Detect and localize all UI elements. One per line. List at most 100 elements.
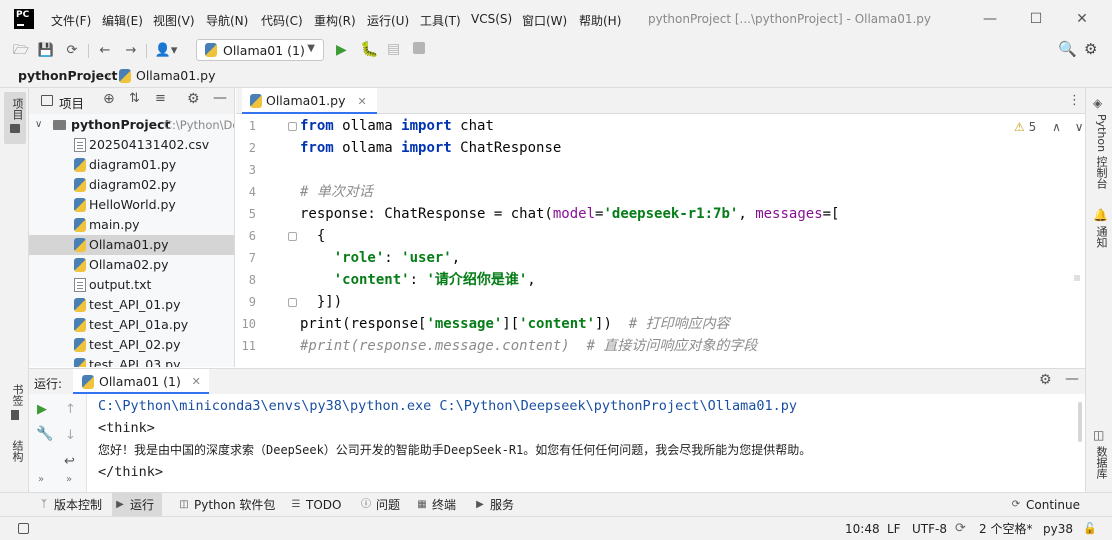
hide-panel-icon[interactable]: —: [1065, 371, 1079, 387]
menu-vcs[interactable]: VCS(S): [471, 12, 512, 26]
lock-icon[interactable]: 🔓: [1083, 517, 1097, 540]
rerun-icon[interactable]: ▶: [37, 402, 47, 417]
window-title: pythonProject [...\pythonProject] - Olla…: [648, 12, 932, 26]
forward-icon[interactable]: →: [122, 42, 140, 60]
tree-file[interactable]: output.txt: [29, 275, 234, 295]
scroll-up-icon[interactable]: ↑: [65, 402, 76, 417]
menu-navigate[interactable]: 导航(N): [206, 12, 248, 29]
gear-icon[interactable]: ⚙: [1039, 372, 1052, 388]
more-icon[interactable]: »: [38, 474, 44, 485]
search-icon[interactable]: 🔍: [1058, 40, 1077, 58]
menu-view[interactable]: 视图(V): [153, 12, 195, 29]
tree-file[interactable]: Ollama02.py: [29, 255, 234, 275]
tab-todo[interactable]: ☰ TODO: [288, 493, 342, 517]
python-console-tool-button[interactable]: ◈ Python 控制台: [1089, 96, 1111, 192]
open-folder-icon[interactable]: 🗁: [12, 42, 30, 60]
wrench-icon[interactable]: 🔧: [36, 426, 53, 442]
breadcrumb-file[interactable]: Ollama01.py: [136, 68, 216, 83]
sync-icon[interactable]: ⟳: [63, 42, 81, 60]
project-tool-button[interactable]: 项目: [4, 92, 26, 144]
structure-tool-button[interactable]: 结构: [4, 440, 26, 484]
project-panel-title[interactable]: 项目: [59, 93, 84, 112]
fold-marker-icon[interactable]: [288, 122, 297, 131]
more-options-icon[interactable]: ⋮: [1068, 93, 1081, 108]
close-tab-icon[interactable]: ✕: [192, 369, 201, 394]
tool-window-toggle-icon[interactable]: [18, 523, 29, 534]
chevron-up-icon[interactable]: ∧: [1052, 120, 1061, 134]
sync-status-icon[interactable]: ⟳: [955, 517, 966, 540]
tab-terminal[interactable]: ▦ 终端: [414, 493, 456, 517]
tree-file[interactable]: diagram02.py: [29, 175, 234, 195]
python-console-label: Python 控制台: [1095, 114, 1108, 189]
interpreter[interactable]: py38: [1043, 517, 1073, 540]
menu-window[interactable]: 窗口(W): [522, 12, 567, 29]
tree-file[interactable]: 202504131402.csv: [29, 135, 234, 155]
run-console[interactable]: C:\Python\miniconda3\envs\py38\python.ex…: [88, 394, 1085, 492]
line-separator[interactable]: LF: [887, 517, 901, 540]
expand-all-icon[interactable]: ⇅: [129, 91, 140, 106]
tab-problems[interactable]: ⓘ 问题: [358, 493, 400, 517]
stop-icon[interactable]: [413, 42, 425, 54]
fold-marker-icon[interactable]: [288, 232, 297, 241]
tab-run[interactable]: ▶ 运行: [112, 493, 163, 517]
menu-refactor[interactable]: 重构(R): [314, 12, 356, 29]
continue-button[interactable]: ⟳ Continue: [1008, 493, 1080, 517]
tree-file[interactable]: HelloWorld.py: [29, 195, 234, 215]
run-tab[interactable]: Ollama01 (1) ✕: [73, 369, 209, 394]
back-icon[interactable]: ←: [96, 42, 114, 60]
breadcrumb-project[interactable]: pythonProject: [18, 68, 118, 83]
tree-file[interactable]: main.py: [29, 215, 234, 235]
fold-marker-icon[interactable]: [288, 298, 297, 307]
menu-tools[interactable]: 工具(T): [420, 12, 461, 29]
tree-file[interactable]: test_API_03.py: [29, 355, 234, 367]
chevron-down-icon[interactable]: ∨: [1075, 120, 1084, 134]
indent-setting[interactable]: 2 个空格*: [979, 517, 1032, 540]
scrollbar-thumb[interactable]: [1074, 275, 1080, 281]
soft-wrap-icon[interactable]: ↩: [64, 454, 75, 469]
menu-help[interactable]: 帮助(H): [579, 12, 621, 29]
tree-root-project[interactable]: ∨ pythonProject C:\Python\Deepseek\pytho…: [29, 115, 234, 135]
bookmarks-tool-button[interactable]: 书签: [4, 384, 26, 434]
minimize-icon[interactable]: —: [970, 6, 1010, 32]
tree-file-selected[interactable]: Ollama01.py: [29, 235, 234, 255]
scroll-down-icon[interactable]: ↓: [65, 428, 76, 443]
caret-position[interactable]: 10:48: [845, 517, 880, 540]
file-encoding[interactable]: UTF-8: [912, 517, 947, 540]
hide-panel-icon[interactable]: —: [213, 90, 227, 106]
tab-version-control[interactable]: ᛉ 版本控制: [36, 493, 102, 517]
panel-layout-icon: [41, 95, 53, 106]
close-tab-icon[interactable]: ✕: [357, 95, 366, 108]
scrollbar-thumb[interactable]: [1078, 402, 1082, 442]
python-file-icon: [74, 178, 86, 192]
folder-icon: [10, 124, 20, 133]
menu-edit[interactable]: 编辑(E): [102, 12, 143, 29]
gear-icon[interactable]: ⚙: [187, 91, 200, 107]
menu-code[interactable]: 代码(C): [261, 12, 303, 29]
save-icon[interactable]: 💾: [37, 42, 55, 60]
database-tool-button[interactable]: ◫ 数据库: [1089, 428, 1111, 484]
coverage-icon[interactable]: ▤: [387, 41, 400, 57]
tree-file[interactable]: test_API_02.py: [29, 335, 234, 355]
settings-icon[interactable]: ⚙: [1084, 40, 1097, 58]
close-icon[interactable]: ✕: [1062, 6, 1102, 32]
editor-tab[interactable]: Ollama01.py ✕: [242, 88, 377, 114]
menu-file[interactable]: 文件(F): [51, 12, 91, 29]
tree-file[interactable]: test_API_01a.py: [29, 315, 234, 335]
tree-file[interactable]: diagram01.py: [29, 155, 234, 175]
locate-icon[interactable]: ⊕: [103, 91, 115, 107]
run-icon[interactable]: ▶: [336, 42, 347, 58]
user-icon[interactable]: 👤▾: [152, 42, 180, 60]
tree-file[interactable]: test_API_01.py: [29, 295, 234, 315]
code-editor[interactable]: from ollama import chat from ollama impo…: [298, 115, 1085, 367]
maximize-icon[interactable]: ☐: [1016, 6, 1056, 32]
tab-python-packages[interactable]: ◫ Python 软件包: [176, 493, 275, 517]
debug-icon[interactable]: 🐛: [360, 40, 379, 58]
tab-services[interactable]: ▶ 服务: [472, 493, 514, 517]
run-panel-header: 运行: Ollama01 (1) ✕ ⚙ —: [29, 368, 1085, 394]
inspection-widget[interactable]: ⚠ 5 ∧ ∨: [1014, 120, 1083, 134]
collapse-all-icon[interactable]: ≡: [155, 91, 166, 106]
more-icon[interactable]: »: [66, 474, 72, 485]
notifications-tool-button[interactable]: 🔔 通知: [1089, 208, 1111, 252]
run-config-select[interactable]: Ollama01 (1) ▼: [196, 39, 324, 61]
menu-run[interactable]: 运行(U): [367, 12, 409, 29]
